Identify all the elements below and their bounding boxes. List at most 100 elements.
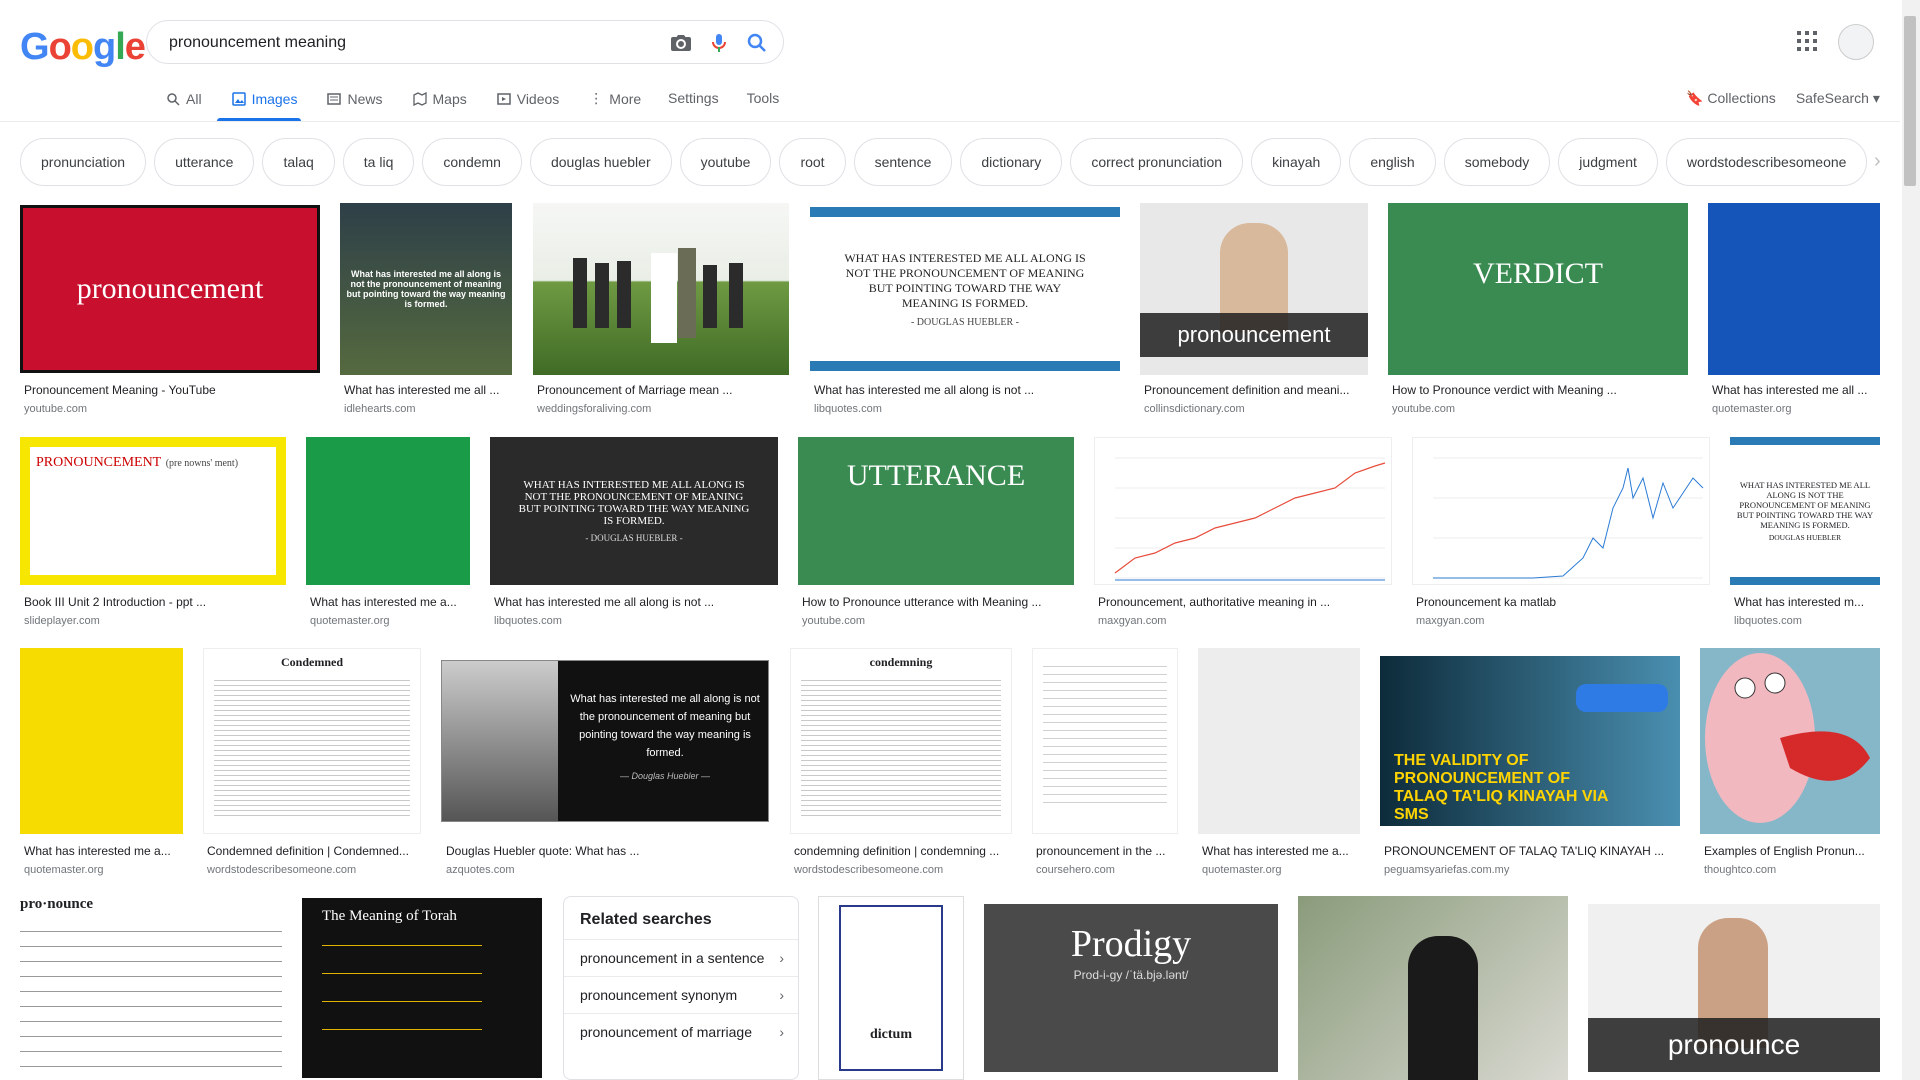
result-caption[interactable]: Douglas Huebler quote: What has ... xyxy=(446,844,770,858)
result-image[interactable]: Prodigy Prod-i-gy /ˈtä.bjə.lənt/ xyxy=(984,904,1278,1072)
collections-link[interactable]: 🔖 Collections xyxy=(1686,90,1776,107)
result-image[interactable]: What has interested me all along is not … xyxy=(340,203,512,375)
result-image[interactable] xyxy=(1708,203,1880,375)
related-search-item[interactable]: pronouncement of marriage › xyxy=(564,1013,798,1050)
result-caption[interactable]: Pronouncement of Marriage mean ... xyxy=(537,383,789,397)
chip[interactable]: dictionary xyxy=(960,138,1063,186)
result-caption[interactable]: PRONOUNCEMENT OF TALAQ TA'LIQ KINAYAH ..… xyxy=(1384,844,1680,858)
chip[interactable]: utterance xyxy=(154,138,255,186)
result-caption[interactable]: What has interested me all ... xyxy=(344,383,512,397)
result-image[interactable] xyxy=(1094,437,1392,585)
result-caption[interactable]: What has interested me a... xyxy=(310,595,470,609)
result-image[interactable]: pronounce xyxy=(1588,904,1880,1072)
result-image[interactable]: PRONOUNCEMENT (pre nowns' ment) xyxy=(20,437,286,585)
related-search-item[interactable]: pronouncement in a sentence › xyxy=(564,939,798,976)
result-image[interactable]: VERDICT xyxy=(1388,203,1688,375)
result-source: thoughtco.com xyxy=(1704,864,1777,876)
result-caption[interactable]: What has interested me all along is not … xyxy=(494,595,778,609)
result-caption[interactable]: Pronouncement definition and meani... xyxy=(1144,383,1368,397)
result-source: quotemaster.org xyxy=(310,615,390,627)
safesearch-dropdown[interactable]: SafeSearch ▾ xyxy=(1796,90,1880,107)
result-caption[interactable]: condemning definition | condemning ... xyxy=(794,844,1012,858)
image-text: THE VALIDITY OF PRONOUNCEMENT OF TALAQ T… xyxy=(1394,752,1608,823)
result-source: libquotes.com xyxy=(494,615,562,627)
tab-maps-label: Maps xyxy=(432,90,467,107)
result-source: youtube.com xyxy=(802,615,865,627)
result-caption[interactable]: What has interested m... xyxy=(1734,595,1880,609)
result-image[interactable]: THE VALIDITY OF PRONOUNCEMENT OF TALAQ T… xyxy=(1380,656,1680,826)
apps-grid-icon[interactable] xyxy=(1796,30,1818,52)
result-image[interactable]: WHAT HAS INTERESTED ME ALL ALONG IS NOT … xyxy=(1730,437,1880,585)
result-caption[interactable]: Book III Unit 2 Introduction - ppt ... xyxy=(24,595,286,609)
result-caption[interactable]: Condemned definition | Condemned... xyxy=(207,844,421,858)
tab-news[interactable]: News xyxy=(327,90,383,107)
tab-videos[interactable]: Videos xyxy=(496,90,559,107)
result-source: weddingsforaliving.com xyxy=(537,403,652,415)
result-source: maxgyan.com xyxy=(1416,615,1485,627)
microphone-icon[interactable] xyxy=(707,31,731,55)
chip[interactable]: condemn xyxy=(422,138,522,186)
chip[interactable]: talaq xyxy=(262,138,335,186)
result-caption[interactable]: Pronouncement Meaning - YouTube xyxy=(24,383,320,397)
tab-maps[interactable]: Maps xyxy=(412,90,467,107)
result-caption[interactable]: How to Pronounce utterance with Meaning … xyxy=(802,595,1074,609)
result-caption[interactable]: Pronouncement, authoritative meaning in … xyxy=(1098,595,1392,609)
chip[interactable]: english xyxy=(1349,138,1436,186)
result-image[interactable]: pronouncement xyxy=(1140,203,1368,375)
chip[interactable]: judgment xyxy=(1558,138,1658,186)
result-image[interactable]: pro·nounce xyxy=(20,896,282,1080)
result-image[interactable]: UTTERANCE xyxy=(798,437,1074,585)
result-image[interactable]: condemning xyxy=(790,648,1012,834)
line-chart-thumbnail xyxy=(1433,457,1704,579)
chip[interactable]: pronunciation xyxy=(20,138,147,186)
result-caption[interactable]: What has interested me all along is not … xyxy=(814,383,1120,397)
result-image[interactable]: WHAT HAS INTERESTED ME ALL ALONG IS NOT … xyxy=(810,207,1120,371)
chip[interactable]: douglas huebler xyxy=(529,138,672,186)
result-image[interactable] xyxy=(306,437,470,585)
result-image[interactable] xyxy=(1032,648,1178,834)
tab-images[interactable]: Images xyxy=(231,90,297,107)
result-image[interactable] xyxy=(20,648,183,834)
result-image[interactable]: The Meaning of Torah xyxy=(302,898,542,1078)
scrollbar-thumb[interactable] xyxy=(1904,16,1916,186)
image-text: WHAT HAS INTERESTED ME ALL ALONG IS NOT … xyxy=(1736,480,1874,530)
result-caption[interactable]: What has interested me all ... xyxy=(1712,383,1880,397)
chevron-right-icon[interactable]: › xyxy=(1874,150,1881,173)
result-image[interactable] xyxy=(1700,648,1880,834)
search-icon[interactable] xyxy=(745,31,769,55)
chip[interactable]: somebody xyxy=(1443,138,1551,186)
result-caption[interactable]: Pronouncement ka matlab xyxy=(1416,595,1710,609)
settings-link[interactable]: Settings xyxy=(668,90,719,106)
google-logo[interactable]: Google xyxy=(20,26,146,69)
tab-all[interactable]: All xyxy=(166,90,202,107)
result-image[interactable]: pronouncement xyxy=(20,205,320,373)
result-image[interactable]: What has interested me all along is not … xyxy=(441,660,769,822)
related-search-item[interactable]: pronouncement synonym › xyxy=(564,976,798,1013)
chip[interactable]: ta liq xyxy=(342,138,415,186)
chip[interactable]: kinayah xyxy=(1251,138,1342,186)
result-image[interactable]: dictum xyxy=(818,896,964,1080)
result-image[interactable]: Condemned xyxy=(203,648,421,834)
result-image[interactable] xyxy=(1198,648,1360,834)
search-input[interactable] xyxy=(167,31,641,55)
result-caption[interactable]: How to Pronounce verdict with Meaning ..… xyxy=(1392,383,1688,397)
account-avatar[interactable] xyxy=(1838,24,1874,60)
result-image[interactable] xyxy=(1298,896,1568,1080)
result-caption[interactable]: What has interested me a... xyxy=(24,844,184,858)
image-text: pro·nounce xyxy=(20,896,94,912)
dictionary-body-lines xyxy=(801,676,1001,816)
result-caption[interactable]: Examples of English Pronun... xyxy=(1704,844,1880,858)
chip[interactable]: correct pronunciation xyxy=(1070,138,1244,186)
result-image[interactable] xyxy=(1412,437,1710,585)
tab-more[interactable]: ⋮ More xyxy=(589,90,641,107)
result-image[interactable]: WHAT HAS INTERESTED ME ALL ALONG IS NOT … xyxy=(490,437,778,585)
tools-link[interactable]: Tools xyxy=(747,90,780,106)
camera-icon[interactable] xyxy=(669,31,693,55)
result-image[interactable] xyxy=(533,203,789,375)
chip[interactable]: root xyxy=(779,138,846,186)
result-caption[interactable]: pronouncement in the ... xyxy=(1036,844,1178,858)
chip[interactable]: wordstodescribesomeone xyxy=(1665,138,1868,186)
chip[interactable]: sentence xyxy=(853,138,953,186)
chip[interactable]: youtube xyxy=(679,138,772,186)
result-caption[interactable]: What has interested me a... xyxy=(1202,844,1360,858)
